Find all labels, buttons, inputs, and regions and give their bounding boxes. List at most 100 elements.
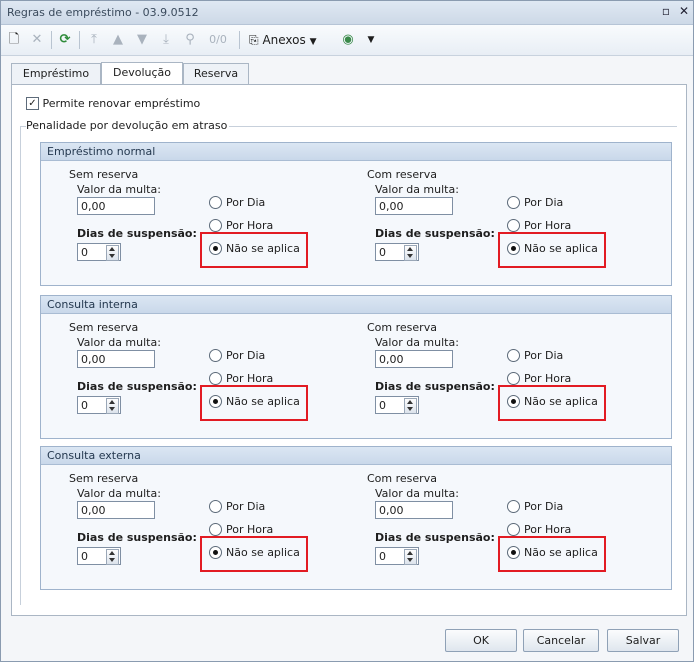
subgroup-title: Com reserva — [367, 321, 437, 334]
globe-icon[interactable]: ◉ — [339, 31, 357, 49]
radio-por-dia[interactable]: Por Dia — [209, 348, 265, 364]
radio-dot[interactable] — [507, 348, 520, 362]
spin-down-icon[interactable] — [407, 254, 413, 258]
spin-up-icon[interactable] — [407, 247, 413, 251]
highlight-box — [498, 232, 606, 268]
section-emprestimo-normal: Empréstimo normal Sem reserva Valor da mul… — [40, 142, 672, 286]
suspensao-spinner[interactable]: 0 — [375, 243, 419, 261]
checkbox-box[interactable]: ✓ — [26, 96, 39, 110]
radio-dot[interactable] — [209, 371, 222, 385]
radio-dot[interactable] — [507, 218, 520, 232]
radio-por-hora-label: Por Hora — [524, 219, 572, 232]
permite-renovar-checkbox[interactable]: ✓ Permite renovar empréstimo — [26, 96, 201, 111]
suspensao-value: 0 — [379, 399, 386, 412]
spin-buttons[interactable] — [106, 245, 119, 261]
suspensao-spinner[interactable]: 0 — [375, 396, 419, 414]
radio-por-dia[interactable]: Por Dia — [209, 499, 265, 515]
cancel-button[interactable]: Cancelar — [523, 629, 599, 652]
move-last-icon[interactable]: ⤓ — [157, 31, 175, 49]
suspensao-spinner[interactable]: 0 — [77, 547, 121, 565]
radio-dot[interactable] — [507, 522, 520, 536]
permite-renovar-label: Permite renovar empréstimo — [42, 97, 201, 110]
section-title: Consulta externa — [41, 447, 671, 465]
spin-up-icon[interactable] — [109, 551, 115, 555]
multa-label: Valor da multa: — [77, 183, 161, 196]
highlight-box — [200, 232, 308, 268]
tab-devolucao[interactable]: Devolução — [101, 62, 183, 85]
radio-dot[interactable] — [209, 195, 222, 209]
multa-label: Valor da multa: — [375, 183, 459, 196]
title-bar[interactable]: Regras de empréstimo - 03.9.0512 ▫ ✕ — [1, 1, 693, 25]
radio-por-hora-label: Por Hora — [226, 219, 274, 232]
spin-buttons[interactable] — [404, 398, 417, 414]
spin-buttons[interactable] — [106, 398, 119, 414]
suspensao-value: 0 — [379, 550, 386, 563]
anexos-button[interactable]: ⎘ Anexos ▼ — [249, 31, 317, 49]
suspensao-label: Dias de suspensão: — [77, 227, 197, 240]
suspensao-label: Dias de suspensão: — [375, 531, 495, 544]
multa-input[interactable]: 0,00 — [77, 501, 155, 519]
radio-por-dia[interactable]: Por Dia — [209, 195, 265, 211]
spin-down-icon[interactable] — [109, 407, 115, 411]
multa-input[interactable]: 0,00 — [375, 501, 453, 519]
penalidade-label: Penalidade por devolução em atraso — [26, 119, 230, 132]
radio-dot[interactable] — [209, 499, 222, 513]
suspensao-spinner[interactable]: 0 — [77, 243, 121, 261]
refresh-icon[interactable]: ⟳ — [57, 31, 73, 49]
radio-dot[interactable] — [507, 499, 520, 513]
radio-dot[interactable] — [507, 195, 520, 209]
radio-dot[interactable] — [209, 218, 222, 232]
suspensao-spinner[interactable]: 0 — [77, 396, 121, 414]
multa-input[interactable]: 0,00 — [77, 350, 155, 368]
ok-button[interactable]: OK — [445, 629, 517, 652]
spin-down-icon[interactable] — [109, 558, 115, 562]
multa-input[interactable]: 0,00 — [375, 350, 453, 368]
radio-por-dia-label: Por Dia — [226, 500, 266, 513]
toolbar-separator — [79, 31, 80, 49]
new-document-icon[interactable]: 🗋 — [7, 31, 21, 49]
multa-input[interactable]: 0,00 — [77, 197, 155, 215]
highlight-box — [498, 385, 606, 421]
radio-por-dia[interactable]: Por Dia — [507, 348, 563, 364]
spin-down-icon[interactable] — [407, 407, 413, 411]
radio-por-dia[interactable]: Por Dia — [507, 195, 563, 211]
radio-por-hora-label: Por Hora — [524, 372, 572, 385]
tab-reserva[interactable]: Reserva — [183, 63, 249, 84]
dropdown-arrow-icon[interactable]: ▼ — [365, 31, 377, 49]
move-first-icon[interactable]: ⤒ — [85, 31, 103, 49]
spin-buttons[interactable] — [106, 549, 119, 565]
move-up-icon[interactable]: ▲ — [109, 31, 127, 49]
highlight-box — [200, 536, 308, 572]
suspensao-label: Dias de suspensão: — [375, 227, 495, 240]
binoculars-icon[interactable]: ⚲ — [181, 31, 199, 49]
spin-down-icon[interactable] — [407, 558, 413, 562]
window-title: Regras de empréstimo - 03.9.0512 — [7, 6, 199, 19]
radio-por-hora-label: Por Hora — [524, 523, 572, 536]
radio-dot[interactable] — [507, 371, 520, 385]
spin-up-icon[interactable] — [109, 400, 115, 404]
radio-por-dia[interactable]: Por Dia — [507, 499, 563, 515]
record-counter: 0/0 — [209, 33, 227, 46]
tab-emprestimo[interactable]: Empréstimo — [11, 63, 101, 84]
radio-dot[interactable] — [209, 522, 222, 536]
spin-up-icon[interactable] — [407, 400, 413, 404]
multa-label: Valor da multa: — [77, 336, 161, 349]
save-button[interactable]: Salvar — [607, 629, 679, 652]
toolbar: 🗋 ✕ ⟳ ⤒ ▲ ▼ ⤓ ⚲ 0/0 ⎘ Anexos ▼ ◉ ▼ — [1, 25, 693, 56]
spin-up-icon[interactable] — [109, 247, 115, 251]
suspensao-label: Dias de suspensão: — [77, 531, 197, 544]
spin-buttons[interactable] — [404, 549, 417, 565]
restore-icon[interactable]: ▫ — [659, 4, 673, 18]
toolbar-separator — [239, 31, 240, 49]
radio-dot[interactable] — [209, 348, 222, 362]
spin-down-icon[interactable] — [109, 254, 115, 258]
spin-buttons[interactable] — [404, 245, 417, 261]
close-icon[interactable]: ✕ — [677, 4, 691, 18]
suspensao-value: 0 — [81, 550, 88, 563]
suspensao-spinner[interactable]: 0 — [375, 547, 419, 565]
move-down-icon[interactable]: ▼ — [133, 31, 151, 49]
delete-icon[interactable]: ✕ — [29, 31, 45, 49]
suspensao-label: Dias de suspensão: — [375, 380, 495, 393]
multa-input[interactable]: 0,00 — [375, 197, 453, 215]
spin-up-icon[interactable] — [407, 551, 413, 555]
